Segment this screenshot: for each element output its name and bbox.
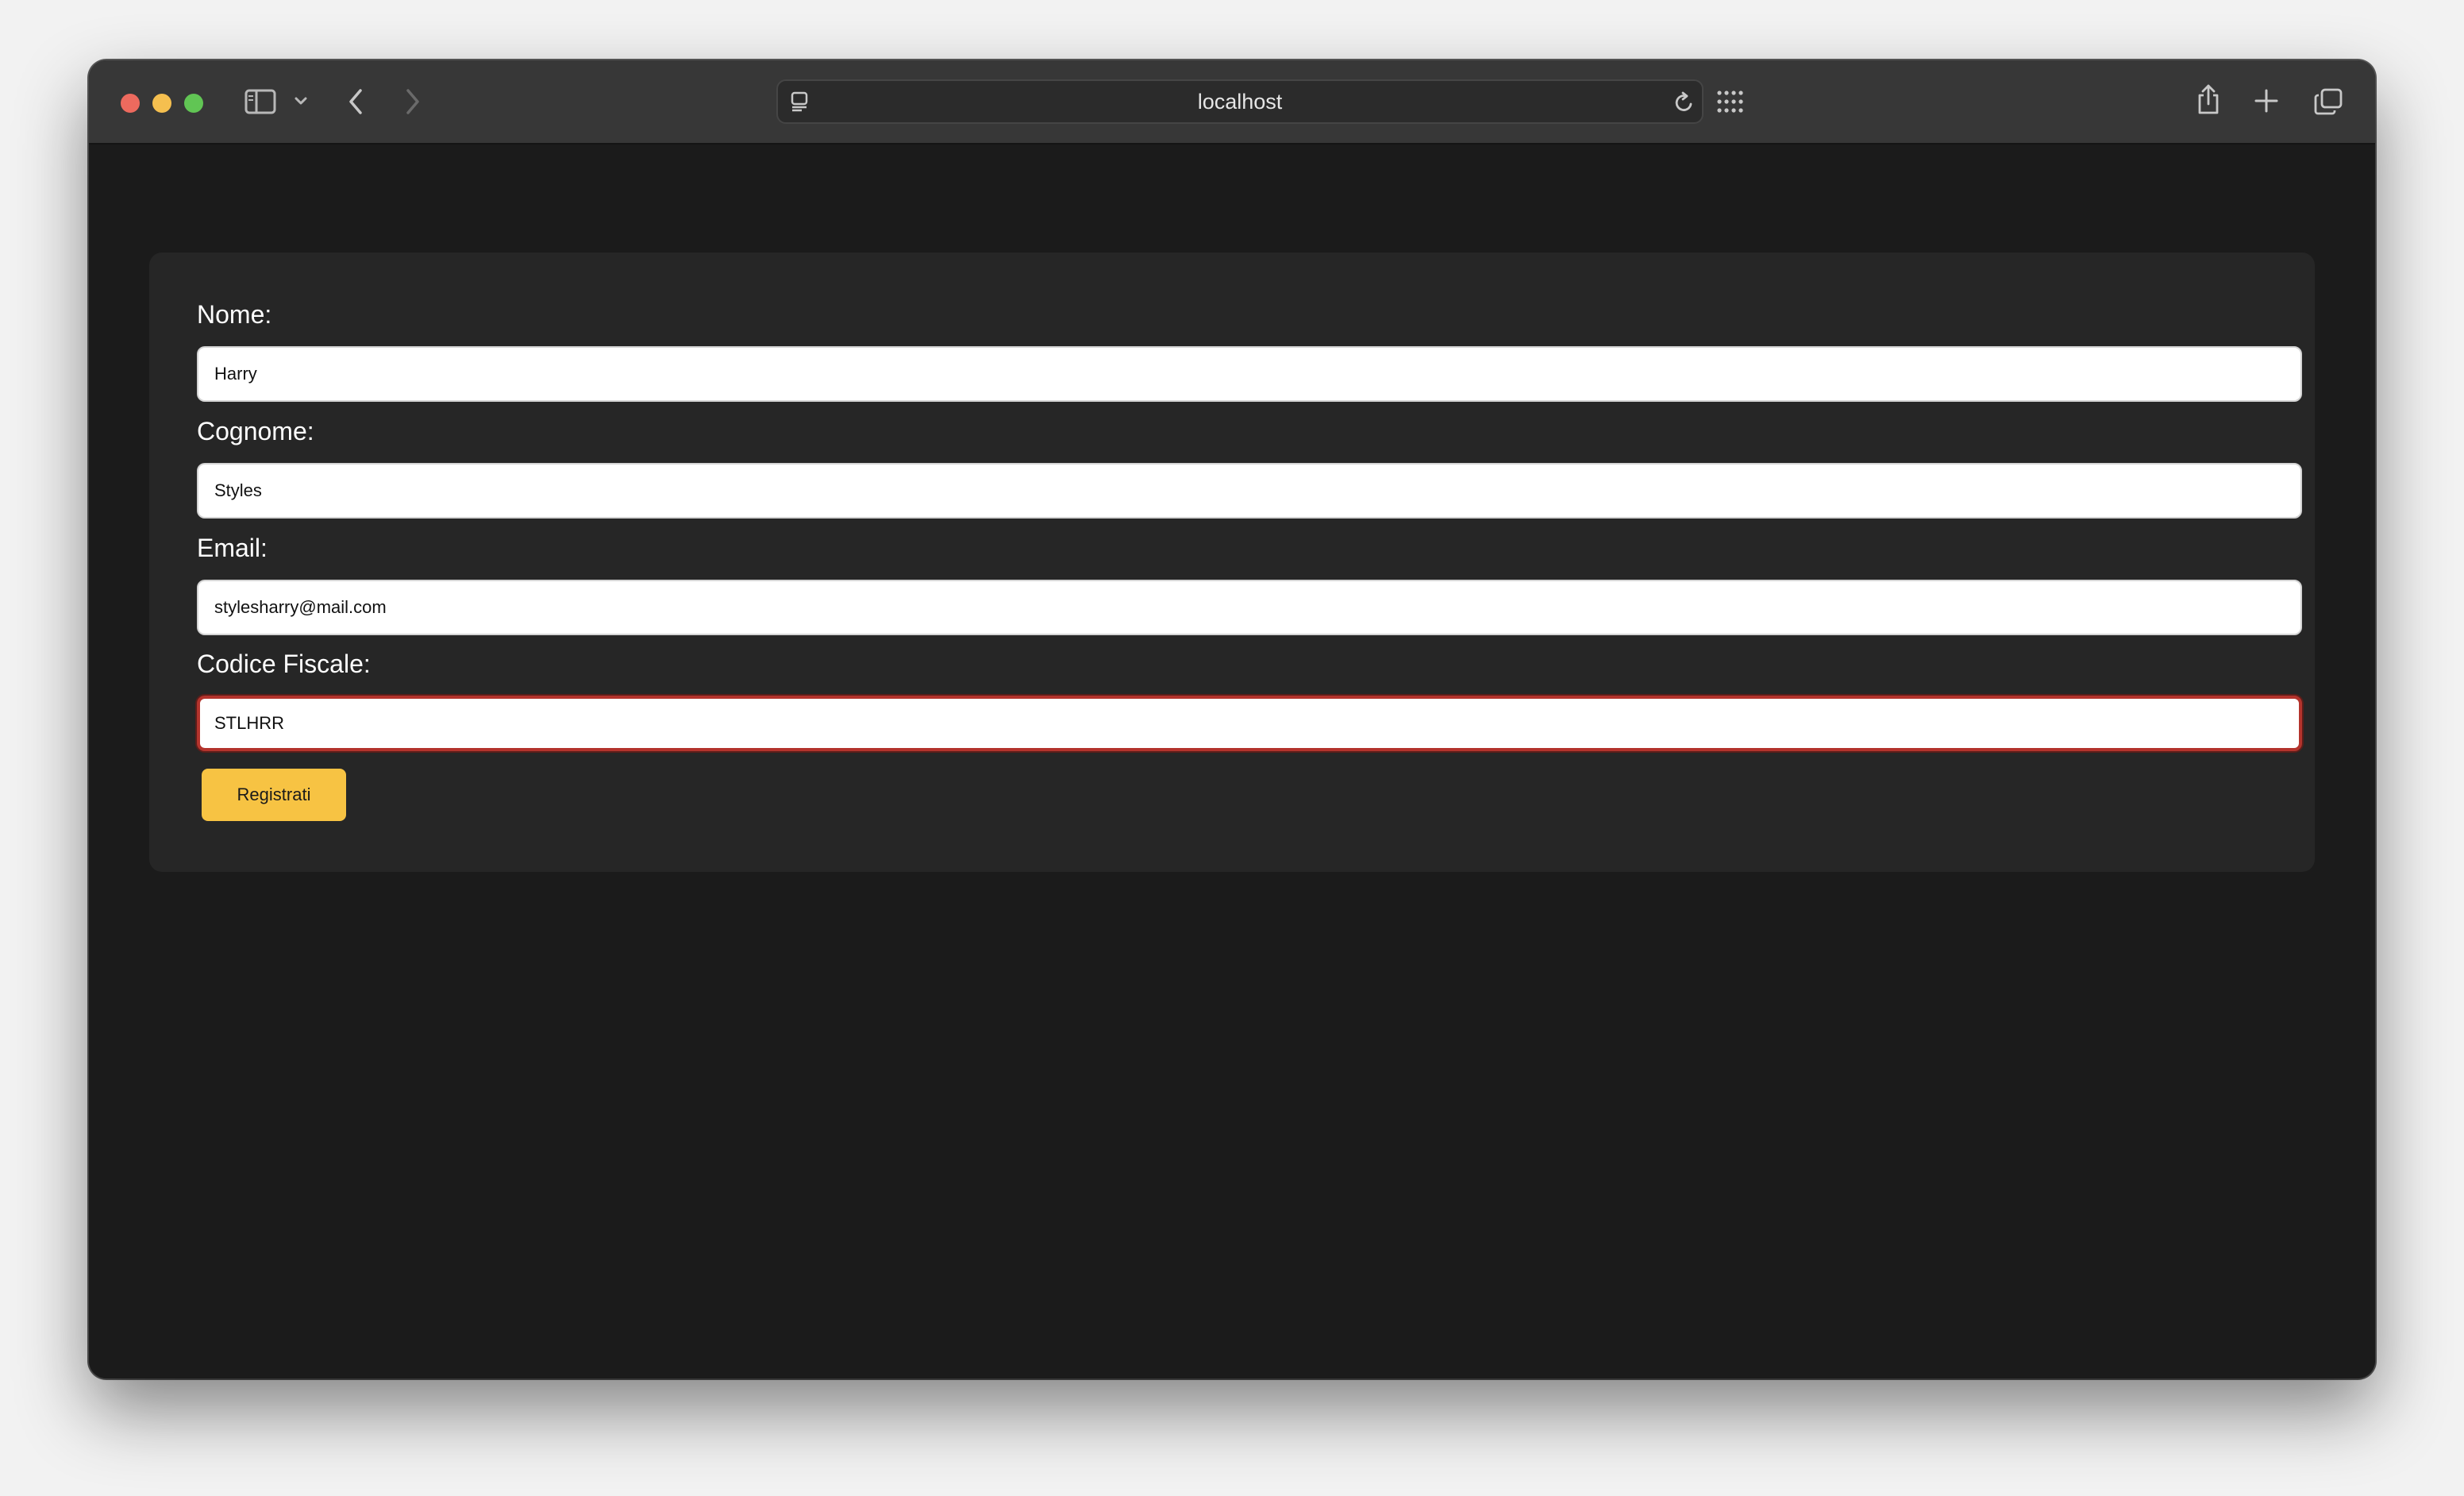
cognome-label: Cognome: — [197, 417, 314, 445]
email-label: Email: — [197, 534, 268, 562]
nome-label: Nome: — [197, 300, 272, 329]
back-arrow-icon[interactable] — [348, 87, 365, 116]
email-input[interactable] — [197, 580, 2302, 635]
close-window-button[interactable] — [121, 94, 140, 113]
codice-fiscale-label: Codice Fiscale: — [197, 650, 371, 678]
chevron-down-icon[interactable] — [294, 95, 308, 106]
registration-form: Nome: Cognome: Email: Codice Fiscale: Re… — [149, 253, 2315, 872]
tabs-overview-icon[interactable] — [2313, 87, 2343, 116]
plus-icon[interactable] — [2253, 87, 2280, 114]
nome-input[interactable] — [197, 346, 2302, 402]
zoom-window-button[interactable] — [184, 94, 203, 113]
grid-icon[interactable] — [1716, 89, 1745, 114]
sidebar-icon[interactable] — [244, 89, 276, 114]
cognome-input[interactable] — [197, 463, 2302, 519]
address-text: localhost — [1197, 90, 1283, 114]
browser-window: localhost Nome: Harry Cognome: Styles Em… — [89, 60, 2375, 1378]
share-icon[interactable] — [2196, 83, 2221, 116]
reload-icon[interactable] — [1673, 91, 1696, 114]
forward-arrow-icon[interactable] — [403, 87, 421, 116]
browser-toolbar: localhost — [89, 60, 2375, 145]
codice-fiscale-input[interactable] — [197, 696, 2302, 751]
minimize-window-button[interactable] — [152, 94, 171, 113]
registrati-button[interactable]: Registrati — [202, 769, 346, 821]
page-content: Nome: Cognome: Email: Codice Fiscale: Re… — [89, 145, 2375, 1378]
address-bar[interactable]: localhost — [776, 79, 1704, 124]
